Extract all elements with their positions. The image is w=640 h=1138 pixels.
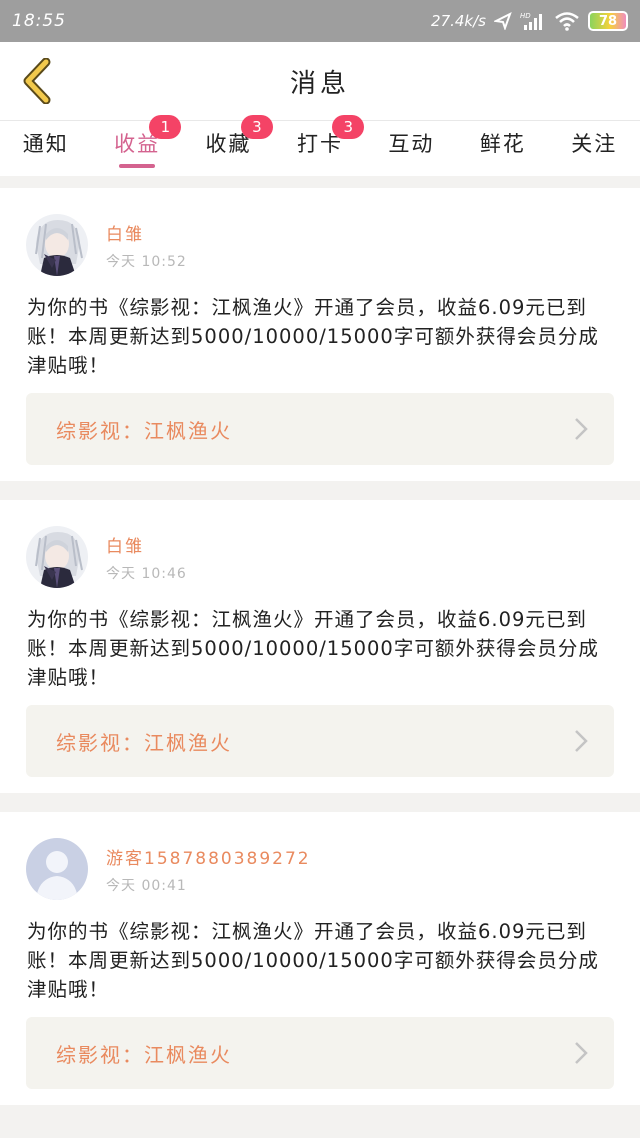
- book-title: 综影视：江枫渔火: [56, 1042, 232, 1067]
- avatar[interactable]: [26, 214, 88, 276]
- location-icon: [494, 12, 512, 30]
- message-text: 为你的书《综影视：江枫渔火》开通了会员，收益6.09元已到账！本周更新达到500…: [27, 608, 599, 689]
- message-tabs: 通知 收益 1 收藏 3 打卡 3 互动 鲜花 关注: [0, 115, 640, 176]
- tab-label: 互动: [388, 132, 435, 156]
- tab-label: 关注: [571, 132, 618, 156]
- tab-favorites[interactable]: 收藏 3: [183, 115, 274, 176]
- message-header: 游客1587880389272 今天 00:41: [26, 838, 311, 900]
- book-title: 综影视：江枫渔火: [56, 730, 232, 755]
- tab-follows[interactable]: 关注: [549, 121, 640, 176]
- page-title: 消息: [289, 68, 350, 99]
- book-link[interactable]: 综影视：江枫渔火: [26, 1017, 614, 1089]
- avatar[interactable]: [26, 526, 88, 588]
- status-time: 18:55: [12, 11, 66, 31]
- message-text: 为你的书《综影视：江枫渔火》开通了会员，收益6.09元已到账！本周更新达到500…: [27, 296, 599, 377]
- avatar[interactable]: [26, 838, 88, 900]
- user-name[interactable]: 游客1587880389272: [106, 844, 311, 869]
- tab-flowers[interactable]: 鲜花: [457, 121, 548, 176]
- message-time: 今天 10:46: [106, 565, 187, 582]
- wifi-icon: [554, 11, 580, 31]
- message-time: 今天 10:52: [106, 253, 187, 270]
- message-card: 白雏 今天 10:52 为你的书《综影视：江枫渔火》开通了会员，收益6.09元已…: [0, 188, 640, 481]
- signal-icon: HD: [520, 11, 546, 31]
- message-header: 白雏 今天 10:52: [26, 214, 187, 276]
- book-link[interactable]: 综影视：江枫渔火: [26, 705, 614, 777]
- tab-earnings[interactable]: 收益 1: [91, 115, 182, 176]
- message-time: 今天 00:41: [106, 877, 187, 894]
- battery-icon: 78: [588, 11, 628, 31]
- chevron-right-icon: [575, 730, 588, 752]
- tab-checkin[interactable]: 打卡 3: [274, 115, 365, 176]
- tab-interactions[interactable]: 互动: [366, 121, 457, 176]
- status-bar: 18:55 27.4k/s HD 78: [0, 0, 640, 42]
- unread-badge: 3: [332, 115, 365, 139]
- top-bar: 消息: [0, 42, 640, 120]
- user-name[interactable]: 白雏: [106, 220, 187, 245]
- message-card: 游客1587880389272 今天 00:41 为你的书《综影视：江枫渔火》开…: [0, 812, 640, 1105]
- message-header: 白雏 今天 10:46: [26, 526, 187, 588]
- unread-badge: 1: [149, 115, 182, 139]
- tab-label: 通知: [22, 132, 69, 156]
- active-tab-indicator: [119, 164, 156, 168]
- svg-text:HD: HD: [520, 12, 531, 20]
- message-text: 为你的书《综影视：江枫渔火》开通了会员，收益6.09元已到账！本周更新达到500…: [27, 920, 599, 1001]
- status-indicators: 27.4k/s HD 78: [431, 11, 628, 31]
- network-speed: 27.4k/s: [431, 12, 486, 30]
- chevron-left-icon: [23, 58, 51, 104]
- book-link[interactable]: 综影视：江枫渔火: [26, 393, 614, 465]
- back-button[interactable]: [14, 56, 60, 106]
- chevron-right-icon: [575, 1042, 588, 1064]
- tab-notifications[interactable]: 通知: [0, 121, 91, 176]
- message-list: 白雏 今天 10:52 为你的书《综影视：江枫渔火》开通了会员，收益6.09元已…: [0, 188, 640, 1124]
- unread-badge: 3: [240, 115, 273, 139]
- tab-label: 鲜花: [479, 132, 526, 156]
- chevron-right-icon: [575, 418, 588, 440]
- user-name[interactable]: 白雏: [106, 532, 187, 557]
- message-card: 白雏 今天 10:46 为你的书《综影视：江枫渔火》开通了会员，收益6.09元已…: [0, 500, 640, 793]
- book-title: 综影视：江枫渔火: [56, 418, 232, 443]
